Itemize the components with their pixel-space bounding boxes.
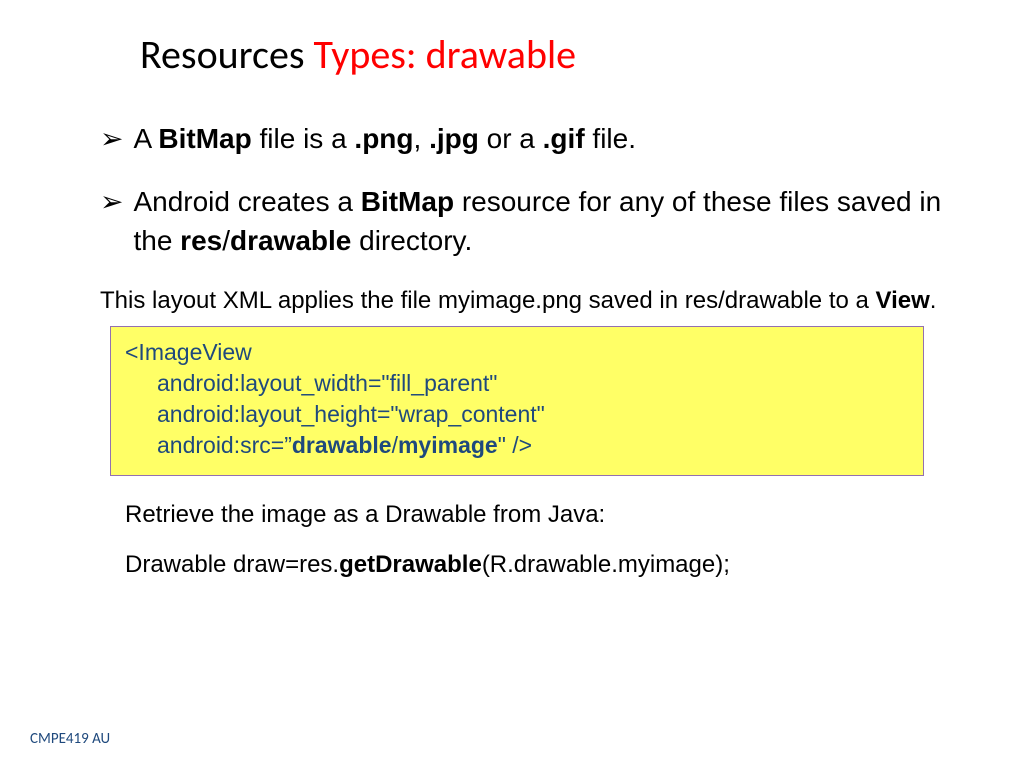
bullet-item: ➢ A BitMap file is a .png, .jpg or a .gi… bbox=[100, 119, 944, 158]
code-line: android:layout_height="wrap_content" bbox=[125, 399, 909, 430]
slide: Resources Types: drawable ➢ A BitMap fil… bbox=[0, 0, 1024, 768]
retrieve-line: Retrieve the image as a Drawable from Ja… bbox=[125, 496, 944, 534]
code-block: <ImageView android:layout_width="fill_pa… bbox=[110, 326, 924, 476]
bullet-text: A BitMap file is a .png, .jpg or a .gif … bbox=[133, 119, 944, 158]
retrieve-line: Drawable draw=res.getDrawable(R.drawable… bbox=[125, 546, 944, 584]
bullet-item: ➢ Android creates a BitMap resource for … bbox=[100, 182, 944, 260]
retrieve-text: Retrieve the image as a Drawable from Ja… bbox=[125, 496, 944, 585]
code-line: android:src=”drawable/myimage" /> bbox=[125, 430, 909, 461]
bullet-text: Android creates a BitMap resource for an… bbox=[133, 182, 944, 260]
bullet-list: ➢ A BitMap file is a .png, .jpg or a .gi… bbox=[100, 119, 944, 261]
title-part-black: Resources bbox=[140, 30, 314, 79]
slide-title: Resources Types: drawable bbox=[140, 30, 974, 79]
subtext: This layout XML applies the file myimage… bbox=[100, 285, 944, 316]
chevron-right-icon: ➢ bbox=[100, 182, 123, 221]
title-part-red: Types: drawable bbox=[314, 30, 577, 79]
code-line: android:layout_width="fill_parent" bbox=[125, 368, 909, 399]
footer-label: CMPE419 AU bbox=[30, 730, 110, 748]
code-line: <ImageView bbox=[125, 339, 252, 365]
chevron-right-icon: ➢ bbox=[100, 119, 123, 158]
